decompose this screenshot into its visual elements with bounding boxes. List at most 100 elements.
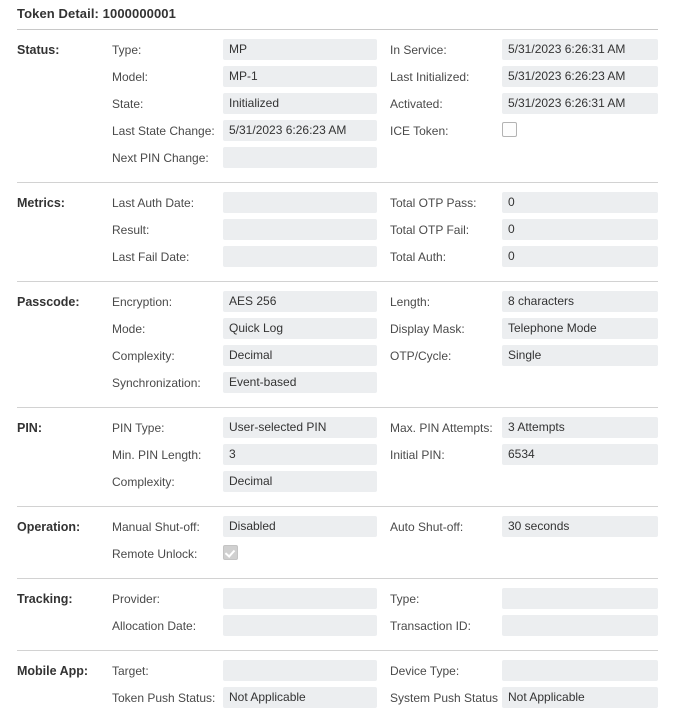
field-label: Min. PIN Length:	[112, 448, 202, 462]
field-value[interactable]: 5/31/2023 6:26:23 AM	[502, 66, 658, 87]
field-rows: Target: Device Type: Token Push Status: Not…	[112, 660, 698, 714]
field-row: Encryption: AES 256 Length: 8 characters	[112, 291, 698, 318]
field-value[interactable]	[223, 147, 377, 168]
field-value[interactable]: 3	[223, 444, 377, 465]
field-row: Next PIN Change:	[112, 147, 698, 174]
field-value[interactable]: Single	[502, 345, 658, 366]
field-total-otp-pass: Total OTP Pass: 0	[390, 192, 658, 216]
field-token-push-status: Token Push Status: Not Applicable	[112, 687, 377, 711]
section-label-operation: Operation:	[17, 520, 81, 534]
field-label: Provider:	[112, 592, 161, 606]
field-encryption: Encryption: AES 256	[112, 291, 377, 315]
detail-sections: Status: Type: MP In Service: 5/31/2023 6:26:…	[0, 30, 698, 722]
field-value[interactable]: Disabled	[223, 516, 377, 537]
field-in-service: In Service: 5/31/2023 6:26:31 AM	[390, 39, 658, 63]
field-value[interactable]	[223, 192, 377, 213]
field-total-auth: Total Auth: 0	[390, 246, 658, 270]
field-value[interactable]	[502, 660, 658, 681]
field-label: Mode:	[112, 322, 146, 336]
field-complexity: Complexity: Decimal	[112, 345, 377, 369]
field-label: Remote Unlock:	[112, 547, 198, 561]
field-value[interactable]: Telephone Mode	[502, 318, 658, 339]
field-rows: Provider: Type: Allocation Date: Transactio…	[112, 588, 698, 642]
field-value[interactable]: 6534	[502, 444, 658, 465]
field-rows: Manual Shut-off: Disabled Auto Shut-off: 30…	[112, 516, 698, 570]
field-label: Result:	[112, 223, 150, 237]
field-label: Last Auth Date:	[112, 196, 195, 210]
field-value[interactable]: 5/31/2023 6:26:31 AM	[502, 39, 658, 60]
field-value[interactable]: User-selected PIN	[223, 417, 377, 438]
field-label: Auto Shut-off:	[390, 520, 464, 534]
field-value[interactable]: Not Applicable	[223, 687, 377, 708]
field-value[interactable]: 30 seconds	[502, 516, 658, 537]
field-value[interactable]: MP-1	[223, 66, 377, 87]
field-model: Model: MP-1	[112, 66, 377, 90]
field-value[interactable]	[223, 588, 377, 609]
field-ice-token: ICE Token:	[390, 120, 658, 144]
field-rows: Last Auth Date: Total OTP Pass: 0 Result: To…	[112, 192, 698, 273]
field-value[interactable]: Initialized	[223, 93, 377, 114]
field-value[interactable]	[223, 219, 377, 240]
field-row: Result: Total OTP Fail: 0	[112, 219, 698, 246]
field-value[interactable]	[223, 615, 377, 636]
field-value[interactable]: Quick Log	[223, 318, 377, 339]
section-body: Metrics: Last Auth Date: Total OTP Pass: 0 R…	[0, 192, 698, 273]
field-value[interactable]: Decimal	[223, 345, 377, 366]
field-label: Manual Shut-off:	[112, 520, 200, 534]
section-pin: PIN: PIN Type: User-selected PIN Max. PIN A…	[0, 408, 698, 506]
field-rows: PIN Type: User-selected PIN Max. PIN Attem…	[112, 417, 698, 498]
field-label: Allocation Date:	[112, 619, 197, 633]
section-label-pin: PIN:	[17, 421, 42, 435]
token-detail-page: Token Detail: 1000000001 Status: Type: MP I…	[0, 0, 698, 708]
field-row: Mode: Quick Log Display Mask: Telephone Mod…	[112, 318, 698, 345]
field-value[interactable]: MP	[223, 39, 377, 60]
field-label: Total OTP Pass:	[390, 196, 477, 210]
field-value[interactable]: 0	[502, 246, 658, 267]
field-value[interactable]: 3 Attempts	[502, 417, 658, 438]
field-row: Complexity: Decimal	[112, 471, 698, 498]
field-rows: Type: MP In Service: 5/31/2023 6:26:31 AM Mo…	[112, 39, 698, 174]
field-label: Total OTP Fail:	[390, 223, 470, 237]
checkbox-remote-unlock[interactable]	[223, 545, 238, 560]
section-passcode: Passcode: Encryption: AES 256 Length: 8 char…	[0, 282, 698, 407]
field-label: Encryption:	[112, 295, 173, 309]
field-type: Type: MP	[112, 39, 377, 63]
section-label-passcode: Passcode:	[17, 295, 80, 309]
field-value[interactable]	[502, 588, 658, 609]
field-device-type: Device Type:	[390, 660, 658, 684]
field-value[interactable]: 0	[502, 192, 658, 213]
section-body: PIN: PIN Type: User-selected PIN Max. PIN A…	[0, 417, 698, 498]
field-provider: Provider:	[112, 588, 377, 612]
field-initial-pin: Initial PIN: 6534	[390, 444, 658, 468]
field-label: Last Initialized:	[390, 70, 470, 84]
checkbox-ice-token[interactable]	[502, 122, 517, 137]
field-label: Display Mask:	[390, 322, 465, 336]
field-label: Total Auth:	[390, 250, 447, 264]
field-row: Complexity: Decimal OTP/Cycle: Single	[112, 345, 698, 372]
field-row: Type: MP In Service: 5/31/2023 6:26:31 AM	[112, 39, 698, 66]
field-transaction-id: Transaction ID:	[390, 615, 658, 639]
field-value[interactable]	[502, 615, 658, 636]
field-value[interactable]: 5/31/2023 6:26:23 AM	[223, 120, 377, 141]
field-value[interactable]: 0	[502, 219, 658, 240]
field-value[interactable]: Event-based	[223, 372, 377, 393]
field-next-pin-change: Next PIN Change:	[112, 147, 377, 171]
field-value[interactable]: 8 characters	[502, 291, 658, 312]
field-label: Complexity:	[112, 349, 175, 363]
field-label: In Service:	[390, 43, 447, 57]
field-row: Model: MP-1 Last Initialized: 5/31/2023 6:2…	[112, 66, 698, 93]
field-label: Token Push Status:	[112, 691, 216, 705]
section-label-mobile-app: Mobile App:	[17, 664, 89, 678]
field-label: ICE Token:	[390, 124, 449, 138]
field-value[interactable]	[223, 660, 377, 681]
field-value[interactable]: 5/31/2023 6:26:31 AM	[502, 93, 658, 114]
section-metrics: Metrics: Last Auth Date: Total OTP Pass: 0 R…	[0, 183, 698, 281]
field-value[interactable]: AES 256	[223, 291, 377, 312]
field-value[interactable]: Decimal	[223, 471, 377, 492]
field-value[interactable]	[223, 246, 377, 267]
section-mobile-app: Mobile App: Target: Device Type: Token Push…	[0, 651, 698, 722]
field-label: Device Type:	[390, 664, 460, 678]
field-value[interactable]: Not Applicable	[502, 687, 658, 708]
field-last-state-change: Last State Change: 5/31/2023 6:26:23 AM	[112, 120, 377, 144]
field-auto-shut-off: Auto Shut-off: 30 seconds	[390, 516, 658, 540]
